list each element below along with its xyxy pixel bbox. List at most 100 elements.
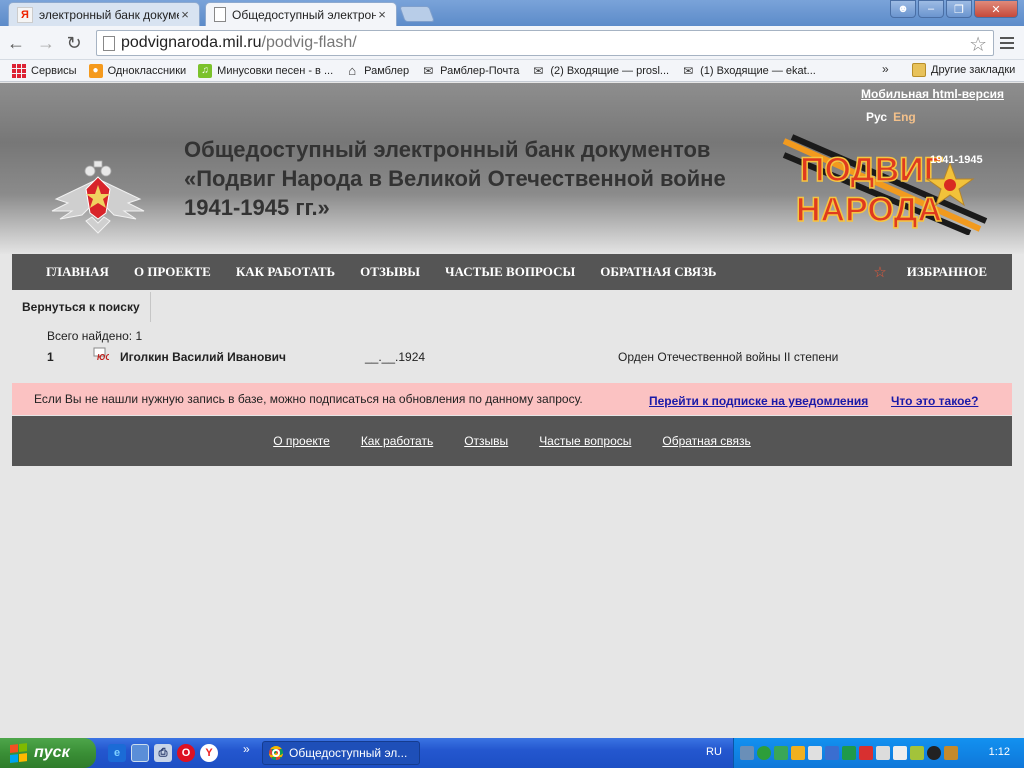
window-close-button[interactable]: ✕ [974, 0, 1018, 18]
bookmark-inbox-ekat[interactable]: ✉ (1) Входящие — ekat... [675, 61, 822, 81]
folder-icon [912, 63, 926, 77]
bookmark-label: (2) Входящие — prosl... [550, 64, 670, 77]
new-tab-button[interactable] [399, 6, 435, 22]
close-icon[interactable]: × [179, 7, 191, 22]
footer-link-faq[interactable]: Частые вопросы [539, 434, 631, 448]
bookmark-label: Сервисы [31, 64, 77, 77]
bookmark-label: (1) Входящие — ekat... [700, 64, 816, 77]
yandex-icon: Я [17, 6, 33, 23]
shield-icon[interactable] [859, 746, 873, 760]
clock: 1:12 [988, 746, 1010, 758]
footer-link-reviews[interactable]: Отзывы [464, 434, 508, 448]
eagle-emblem-icon [51, 160, 145, 234]
award-document-icon[interactable]: ЮО [93, 347, 109, 361]
music-icon: ♫ [198, 63, 213, 78]
tray-app-icon[interactable] [774, 746, 788, 760]
reload-icon[interactable]: ↻ [62, 31, 86, 55]
bookmark-odnoklassniki[interactable]: ● Одноклассники [83, 61, 193, 81]
lang-ru[interactable]: Рус [866, 110, 887, 124]
podvig-naroda-logo: ПОДВИГ НАРОДА 1941-1945 [782, 134, 988, 235]
logo-years: 1941-1945 [930, 154, 983, 166]
bookmark-inbox-prosl[interactable]: ✉ (2) Входящие — prosl... [525, 61, 675, 81]
minimize-button[interactable]: – [918, 0, 944, 18]
mail-icon: ✉ [683, 63, 694, 78]
internet-explorer-icon[interactable]: e [108, 744, 126, 762]
mobile-version-link[interactable]: Мобильная html-версия [861, 87, 1004, 101]
info-icon[interactable] [757, 746, 771, 760]
bookmark-rambler-mail[interactable]: ✉ Рамблер-Почта [415, 61, 525, 81]
tab-title: Общедоступный электрон [232, 7, 376, 22]
nav-feedback[interactable]: ОБРАТНАЯ СВЯЗЬ [600, 264, 716, 280]
printer-icon[interactable]: ⎙ [154, 744, 172, 762]
restore-button[interactable]: ❐ [946, 0, 972, 18]
result-number: 1 [47, 350, 54, 364]
lang-en[interactable]: Eng [893, 110, 916, 124]
bookmark-services[interactable]: Сервисы [6, 61, 83, 81]
house-icon: ⌂ [348, 63, 357, 78]
browser-tab-active[interactable]: Общедоступный электрон × [205, 2, 397, 26]
url-host: podvignaroda.mil.ru [121, 34, 262, 51]
forward-arrow-icon[interactable]: → [34, 31, 58, 55]
bookmarks-overflow-button[interactable]: » [882, 62, 889, 76]
footer-link-how-to[interactable]: Как работать [361, 434, 433, 448]
system-tray [733, 738, 1024, 768]
table-row[interactable]: 1 ЮО Иголкин Василий Иванович __.__.1924… [0, 346, 1024, 366]
tray-app-icon[interactable] [910, 746, 924, 760]
subscribe-text: Если Вы не нашли нужную запись в базе, м… [34, 392, 583, 406]
tray-app-icon[interactable] [927, 746, 941, 760]
bookmark-rambler[interactable]: ⌂ Рамблер [339, 61, 415, 81]
back-to-search-link[interactable]: Вернуться к поиску [12, 292, 151, 322]
other-bookmarks[interactable]: Другие закладки [906, 60, 1021, 80]
close-icon[interactable]: × [376, 7, 388, 22]
network-icon[interactable] [740, 746, 754, 760]
svg-text:ЮО: ЮО [97, 353, 109, 361]
taskbar-window-button[interactable]: Общедоступный эл... [262, 741, 420, 765]
tray-app-icon[interactable] [808, 746, 822, 760]
page-icon [103, 35, 115, 51]
nav-favorites[interactable]: ИЗБРАННОЕ [907, 264, 987, 280]
opera-icon[interactable]: O [177, 744, 195, 762]
bookmark-label: Рамблер [364, 64, 410, 77]
footer-link-about[interactable]: О проекте [273, 434, 330, 448]
bookmark-label: Другие закладки [931, 64, 1016, 76]
tray-app-icon[interactable] [893, 746, 907, 760]
window-controls: ☻ – ❐ ✕ [890, 0, 1018, 18]
tray-app-icon[interactable] [791, 746, 805, 760]
speaker-icon[interactable] [944, 746, 958, 760]
start-button[interactable]: пуск [0, 738, 96, 768]
tray-app-icon[interactable] [842, 746, 856, 760]
language-indicator[interactable]: RU [706, 746, 722, 758]
quicklaunch-overflow[interactable]: » [243, 742, 250, 756]
address-bar[interactable]: podvignaroda.mil.ru/podvig-flash/ ☆ [96, 30, 994, 56]
tray-app-icon[interactable] [825, 746, 839, 760]
yandex-browser-icon[interactable]: Y [200, 744, 218, 762]
nav-how-to[interactable]: КАК РАБОТАТЬ [236, 264, 335, 280]
nav-home[interactable]: ГЛАВНАЯ [46, 264, 109, 280]
desktop-icon[interactable] [131, 744, 149, 762]
browser-titlebar: Я электронный банк докуме × Общедоступны… [0, 0, 1024, 26]
bookmark-star-icon[interactable]: ☆ [969, 32, 987, 57]
bookmark-label: Одноклассники [107, 64, 187, 77]
chrome-menu-button[interactable] [996, 32, 1018, 54]
bookmark-label: Минусовки песен - в ... [217, 64, 334, 77]
tray-app-icon[interactable] [876, 746, 890, 760]
windows-flag-icon [10, 743, 28, 763]
windows-taskbar: пуск e ⎙ O Y » Общедоступный эл... RU 1:… [0, 738, 1024, 768]
site-title: Общедоступный электронный банк документо… [184, 137, 726, 220]
person-name[interactable]: Иголкин Василий Иванович [120, 350, 286, 364]
back-arrow-icon[interactable]: ← [4, 31, 28, 55]
star-icon[interactable]: ☆ [873, 263, 886, 281]
subscribe-link[interactable]: Перейти к подписке на уведомления [649, 394, 868, 408]
footer-navigation: О проекте Как работать Отзывы Частые воп… [12, 416, 1012, 466]
user-icon[interactable]: ☻ [890, 0, 916, 18]
nav-about[interactable]: О ПРОЕКТЕ [134, 264, 211, 280]
what-is-this-link[interactable]: Что это такое? [891, 394, 978, 408]
nav-reviews[interactable]: ОТЗЫВЫ [360, 264, 420, 280]
nav-faq[interactable]: ЧАСТЫЕ ВОПРОСЫ [445, 264, 575, 280]
bookmarks-bar: Сервисы ● Одноклассники ♫ Минусовки песе… [0, 60, 1024, 82]
main-navigation: ГЛАВНАЯ О ПРОЕКТЕ КАК РАБОТАТЬ ОТЗЫВЫ ЧА… [12, 254, 1012, 290]
browser-tab[interactable]: Я электронный банк докуме × [8, 2, 200, 26]
subscribe-notice: Если Вы не нашли нужную запись в базе, м… [12, 383, 1012, 415]
bookmark-minusovki[interactable]: ♫ Минусовки песен - в ... [192, 61, 339, 81]
footer-link-feedback[interactable]: Обратная связь [662, 434, 750, 448]
